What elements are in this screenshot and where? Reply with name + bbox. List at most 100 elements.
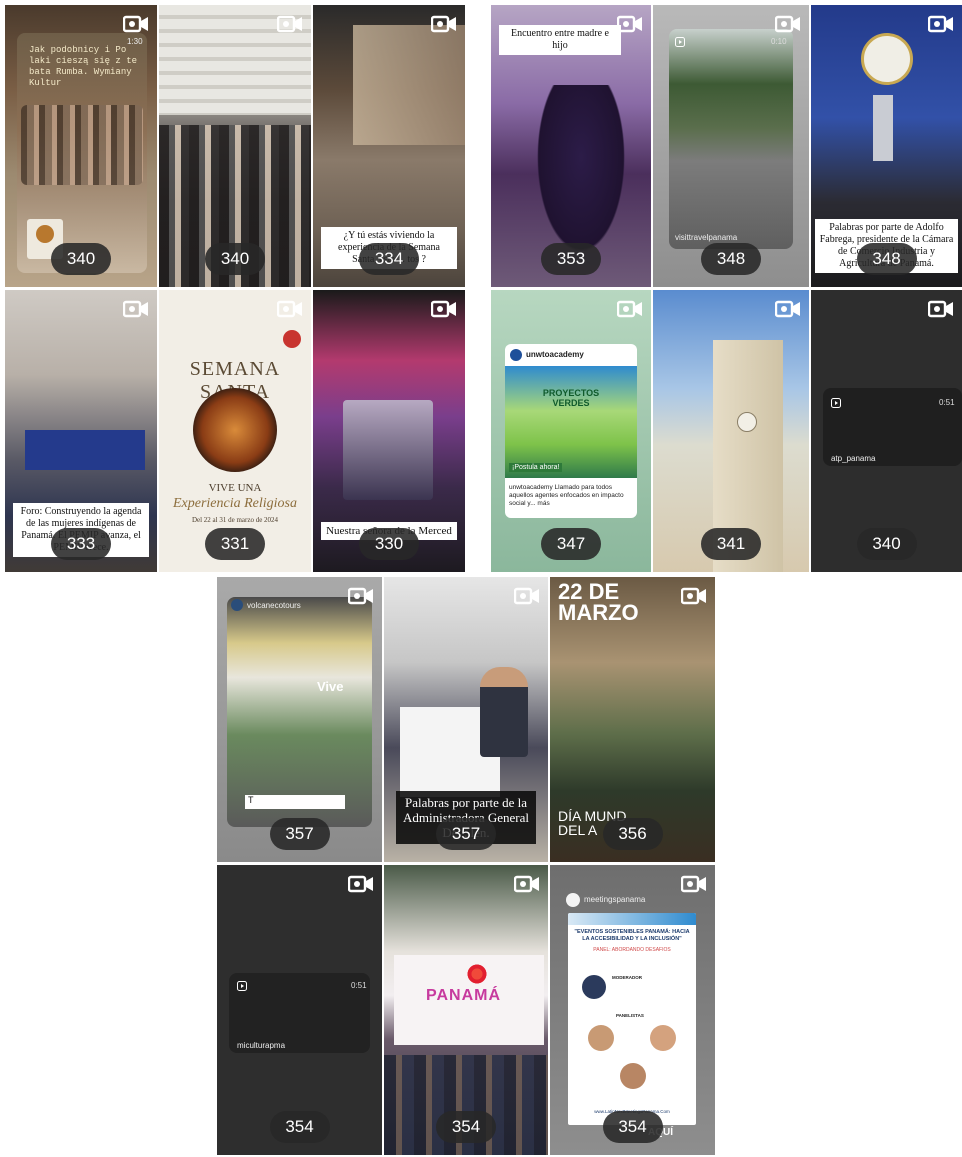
story-photo — [669, 29, 793, 249]
view-count: 354 — [269, 1111, 330, 1143]
video-camera-icon — [775, 15, 800, 33]
view-count: 330 — [359, 528, 419, 560]
crowd-figures — [21, 105, 143, 185]
overlay-text: Jak podobnicy i Po laki cieszą się z te … — [29, 45, 138, 88]
story-tile-18[interactable]: meetingspanama "EVENTOS SOSTENIBLES PANA… — [550, 865, 715, 1155]
crucifix-medallion — [193, 388, 277, 472]
poster-script: Experiencia Religiosa — [172, 496, 298, 511]
story-tile-15[interactable]: 22 DE MARZO DÍA MUND DEL A 356 — [550, 577, 715, 862]
video-camera-icon — [431, 15, 456, 33]
avatar — [566, 893, 580, 907]
video-camera-icon — [928, 15, 953, 33]
post-text: unwtoacademy Llamado para todos aquellos… — [509, 484, 624, 507]
view-count: 340 — [856, 528, 917, 560]
story-tile-7[interactable]: Encuentro entre madre e hijo 353 — [491, 5, 651, 287]
date-headline: 22 DE MARZO — [558, 579, 639, 625]
view-count: 333 — [51, 528, 111, 560]
story-caption: Encuentro entre madre e hijo — [499, 25, 621, 55]
story-tile-4[interactable]: Foro: Construyendo la agenda de las muje… — [5, 290, 157, 572]
speaker-photo — [582, 975, 606, 999]
view-count: 354 — [602, 1111, 663, 1143]
video-camera-icon — [277, 300, 302, 318]
building — [353, 25, 465, 145]
video-camera-icon — [123, 15, 148, 33]
story-tile-10[interactable]: unwtoacademy PROYECTOS VERDES ¡Postula a… — [491, 290, 651, 572]
video-camera-icon — [681, 587, 706, 605]
avatar — [231, 599, 243, 611]
panel-table — [25, 430, 145, 470]
video-camera-icon — [928, 300, 953, 318]
flyer-heading: "EVENTOS SOSTENIBLES PANAMÁ: HACIA LA AC… — [574, 929, 690, 942]
video-camera-icon — [681, 875, 706, 893]
card-title: PROYECTOS VERDES — [542, 388, 600, 408]
story-tile-16[interactable]: 0:51 miculturapma 354 — [217, 865, 382, 1155]
flyer-panelists: PANELISTAS — [616, 1013, 644, 1018]
speaker — [480, 667, 528, 757]
clip-time: 0:51 — [939, 398, 955, 407]
speaker-photo — [620, 1063, 646, 1089]
view-count: 357 — [436, 818, 496, 850]
clock-icon — [737, 412, 757, 432]
speaker-photo — [650, 1025, 676, 1051]
speaker-photo — [588, 1025, 614, 1051]
view-count: 347 — [541, 528, 601, 560]
avatar — [510, 349, 522, 361]
account-handle: unwtoacademy — [526, 350, 584, 359]
account-handle: visittravelpanama — [675, 233, 738, 242]
video-camera-icon — [431, 300, 456, 318]
reel-icon — [675, 37, 685, 47]
card-cta: ¡Postula ahora! — [509, 463, 563, 472]
video-camera-icon — [277, 15, 302, 33]
reel-icon — [237, 981, 247, 991]
story-tile-2[interactable]: 340 — [159, 5, 311, 287]
story-tile-11[interactable]: 341 — [653, 290, 809, 572]
account-handle: atp_panama — [831, 454, 876, 463]
seal-icon — [36, 225, 54, 243]
post-card: unwtoacademy PROYECTOS VERDES ¡Postula a… — [505, 344, 637, 518]
virgin-figure — [531, 85, 631, 265]
account-handle: volcanecotours — [247, 601, 301, 610]
flyer-header — [568, 913, 696, 925]
poster-dates: Del 22 al 31 de marzo de 2024 — [191, 516, 279, 524]
story-tile-8[interactable]: 0:10 visittravelpanama 348 — [653, 5, 809, 287]
banner-vive: Vive — [317, 679, 344, 694]
clip-time: 0:10 — [771, 37, 787, 46]
procession-float — [343, 400, 433, 500]
video-camera-icon — [617, 300, 642, 318]
view-count: 354 — [436, 1111, 496, 1143]
view-count: 340 — [205, 243, 265, 275]
story-tile-9[interactable]: Palabras por parte de Adolfo Fabrega, pr… — [811, 5, 962, 287]
view-count: 348 — [701, 243, 761, 275]
view-count: 357 — [269, 818, 330, 850]
clip-time: 1:30 — [127, 37, 143, 46]
video-camera-icon — [348, 875, 373, 893]
account-handle: miculturapma — [237, 1041, 286, 1050]
podium — [873, 95, 893, 161]
view-count: 331 — [205, 528, 265, 560]
account-handle: meetingspanama — [584, 895, 646, 904]
story-tile-6[interactable]: Nuestra señora de la Merced 330 — [313, 290, 465, 572]
view-count: 348 — [856, 243, 917, 275]
panama-banner: PANAMÁ — [426, 987, 502, 1004]
flyer-panel: PANEL: ABORDANDO DESAFIOS — [593, 947, 671, 953]
reel-icon — [831, 398, 841, 408]
post-image: PROYECTOS VERDES ¡Postula ahora! — [505, 366, 637, 478]
view-count: 353 — [541, 243, 601, 275]
story-tile-12[interactable]: 0:51 atp_panama 340 — [811, 290, 962, 572]
video-camera-icon — [775, 300, 800, 318]
video-camera-icon — [348, 587, 373, 605]
story-tile-3[interactable]: ¿Y tú estás viviendo la experiencia de l… — [313, 5, 465, 287]
story-tile-1[interactable]: Jak podobnicy i Po laki cieszą się z te … — [5, 5, 157, 287]
flower-logo-icon — [466, 963, 488, 985]
clip-time: 0:51 — [351, 981, 367, 990]
story-tile-5[interactable]: SEMANA SANTA VIVE UNA Experiencia Religi… — [159, 290, 311, 572]
event-flyer: "EVENTOS SOSTENIBLES PANAMÁ: HACIA LA AC… — [568, 913, 696, 1125]
story-photo — [227, 597, 372, 827]
flyer-moderator: MODERADOR — [612, 975, 642, 980]
poster-subtitle: VIVE UNA — [208, 482, 262, 494]
story-tile-13[interactable]: volcanecotours Vive T 357 — [217, 577, 382, 862]
story-tile-17[interactable]: PANAMÁ 354 — [384, 865, 548, 1155]
story-tile-14[interactable]: Palabras por parte de la Administradora … — [384, 577, 548, 862]
view-count: 356 — [602, 818, 663, 850]
logo — [283, 330, 301, 348]
